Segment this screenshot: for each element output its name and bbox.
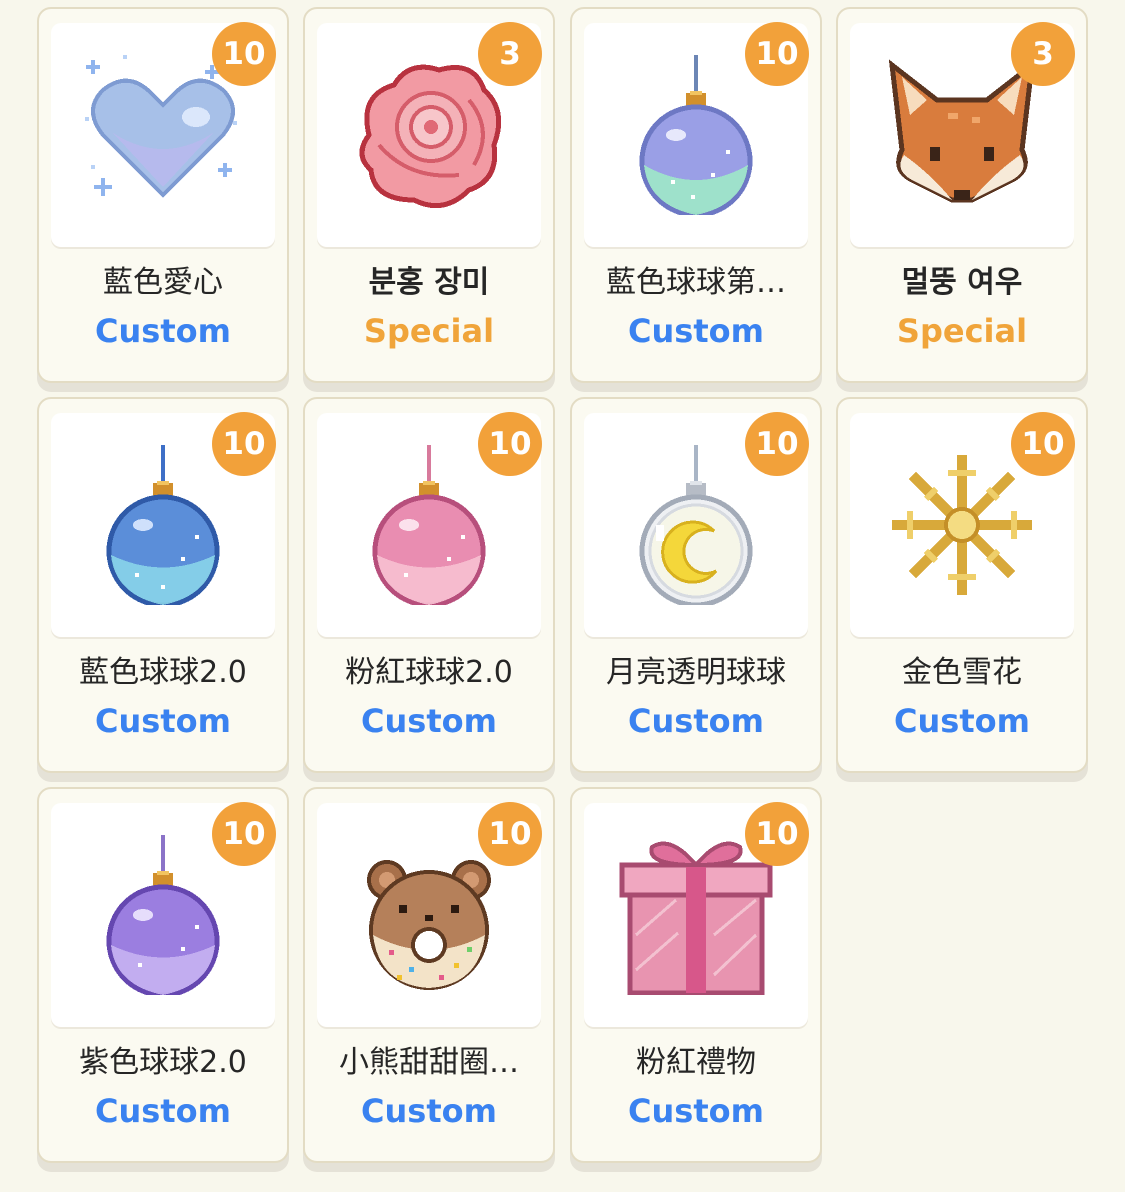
pink-ornament-icon [372,445,486,605]
item-name: 藍色愛心 [103,265,223,300]
item-tag: Custom [95,312,231,350]
pink-gift-icon [619,841,773,995]
item-thumbnail: 10 [584,22,809,247]
item-name: 金色雪花 [902,655,1022,690]
item-thumbnail: 10 [317,802,542,1027]
count-badge: 10 [1011,412,1075,476]
bear-donut-icon [367,860,491,990]
item-tag: Custom [361,702,497,740]
count-badge: 10 [212,412,276,476]
item-name: 紫色球球2.0 [79,1045,247,1080]
count-badge: 10 [478,412,542,476]
item-name: 粉紅球球2.0 [345,655,513,690]
item-tag: Custom [95,702,231,740]
item-card[interactable]: 10 粉紅禮物 Custom [570,787,822,1163]
count-badge: 10 [745,22,809,86]
item-tag: Special [363,312,495,350]
item-card[interactable]: 10 藍色球球第… Custom [570,7,822,383]
item-tag: Custom [894,702,1030,740]
item-tag: Custom [628,1092,764,1130]
item-thumbnail: 10 [51,22,276,247]
moon-clear-ornament-icon [639,445,753,605]
item-tag: Custom [628,702,764,740]
item-thumbnail: 3 [850,22,1075,247]
item-thumbnail: 10 [850,412,1075,637]
item-name: 月亮透明球球 [606,655,786,690]
item-thumbnail: 10 [584,412,809,637]
item-name: 藍色球球2.0 [79,655,247,690]
item-tag: Custom [628,312,764,350]
item-card[interactable]: 10 藍色球球2.0 Custom [37,397,289,773]
item-card[interactable]: 10 小熊甜甜圈… Custom [303,787,555,1163]
item-tag: Custom [95,1092,231,1130]
blue-ornament-icon [106,445,220,605]
item-card[interactable]: 10 藍色愛心 Custom [37,7,289,383]
gold-snowflake-icon [892,455,1032,595]
count-badge: 10 [212,22,276,86]
blue-heart-icon [85,55,237,198]
count-badge: 10 [745,802,809,866]
count-badge: 10 [478,802,542,866]
item-name: 小熊甜甜圈… [339,1045,519,1080]
item-name: 멀뚱 여우 [901,265,1023,300]
item-card[interactable]: 10 粉紅球球2.0 Custom [303,397,555,773]
item-grid: 10 藍色愛心 Custom 3 분홍 장미 Special 10 藍色球球第…… [37,7,1089,1167]
item-thumbnail: 10 [584,802,809,1027]
count-badge: 3 [1011,22,1075,86]
pink-rose-icon [359,64,502,209]
item-thumbnail: 3 [317,22,542,247]
item-card[interactable]: 10 月亮透明球球 Custom [570,397,822,773]
count-badge: 10 [745,412,809,476]
item-card[interactable]: 10 紫色球球2.0 Custom [37,787,289,1163]
item-card[interactable]: 3 멀뚱 여우 Special [836,7,1088,383]
item-card[interactable]: 10 金色雪花 Custom [836,397,1088,773]
item-name: 藍色球球第… [606,265,786,300]
fox-icon [888,59,1036,203]
item-thumbnail: 10 [51,412,276,637]
count-badge: 3 [478,22,542,86]
item-name: 粉紅禮物 [636,1045,756,1080]
blue-bauble-icon [639,55,753,215]
item-tag: Special [896,312,1028,350]
item-card[interactable]: 3 분홍 장미 Special [303,7,555,383]
item-tag: Custom [361,1092,497,1130]
item-thumbnail: 10 [51,802,276,1027]
purple-ornament-icon [106,835,220,995]
item-thumbnail: 10 [317,412,542,637]
count-badge: 10 [212,802,276,866]
item-name: 분홍 장미 [368,265,490,300]
